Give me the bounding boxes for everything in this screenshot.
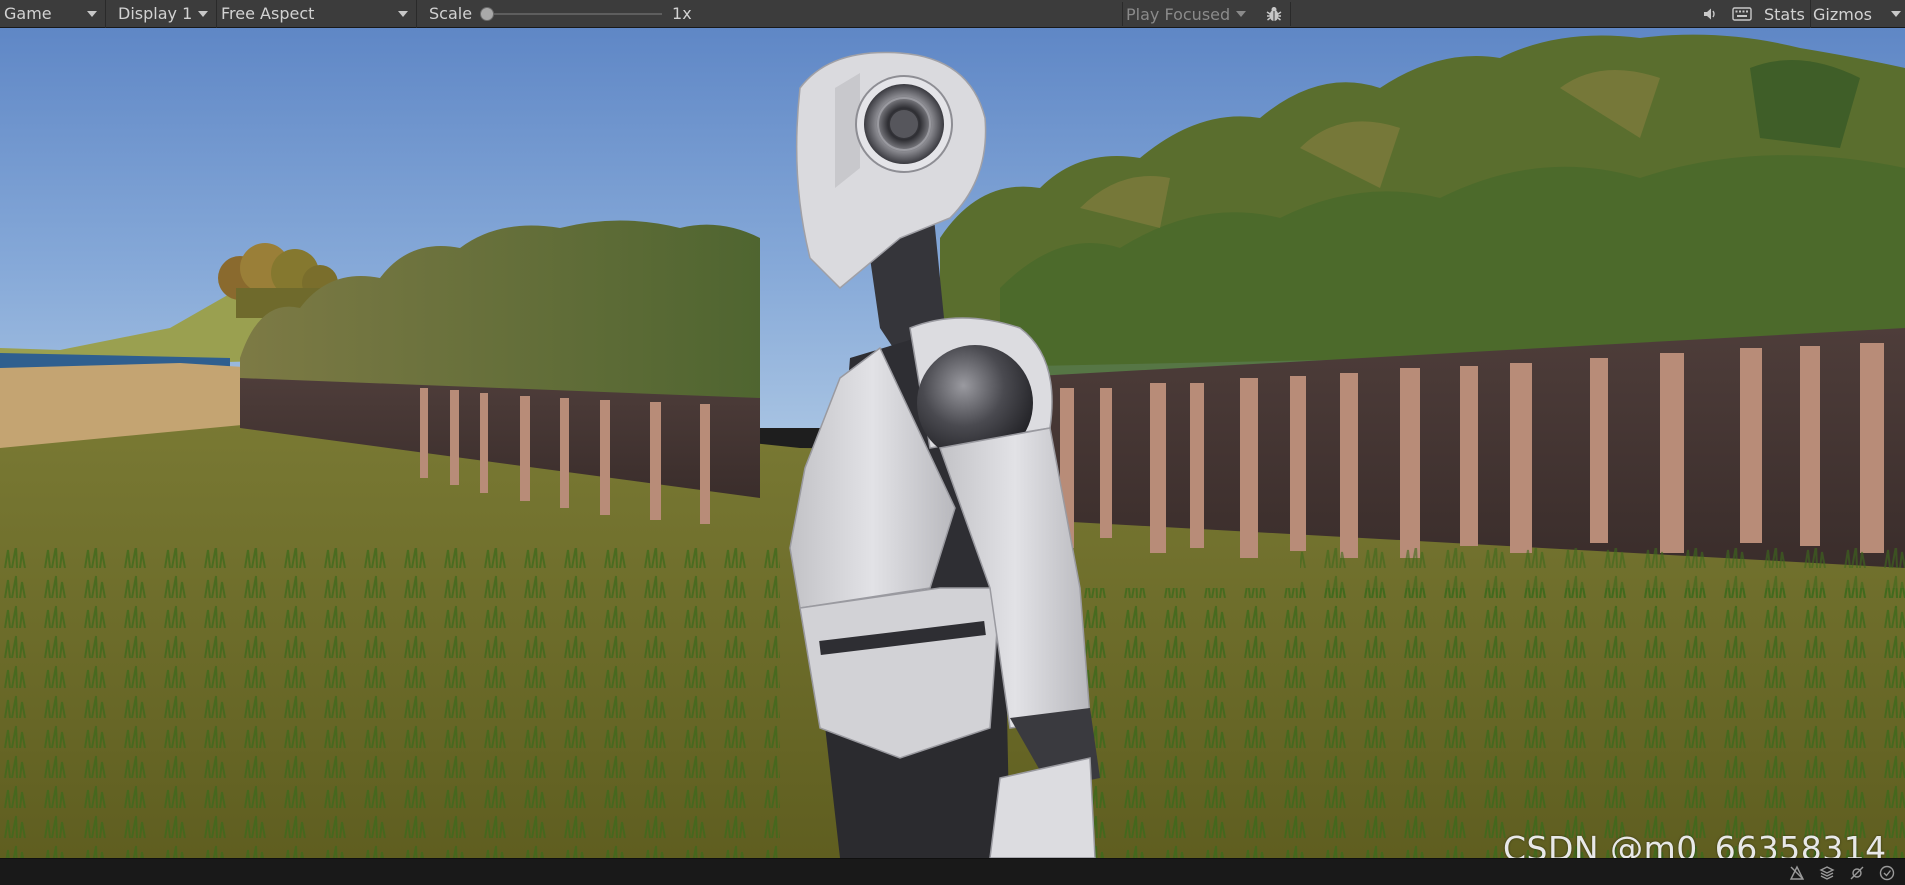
chevron-down-icon xyxy=(1236,11,1246,17)
game-viewport[interactable] xyxy=(0,28,1905,858)
shortcuts-toggle-button[interactable] xyxy=(1728,3,1756,25)
checkmark-icon[interactable] xyxy=(1877,863,1897,883)
display-label: Display 1 xyxy=(118,4,193,23)
game-view-toolbar: Game Display 1 Free Aspect Scale 1x Play… xyxy=(0,0,1905,28)
debug-toggle-button[interactable] xyxy=(1262,3,1286,25)
chevron-down-icon xyxy=(398,10,408,17)
aspect-label: Free Aspect xyxy=(221,4,315,23)
toolbar-divider xyxy=(1122,2,1123,26)
scale-label: Scale xyxy=(429,4,473,23)
aspect-dropdown[interactable]: Free Aspect xyxy=(217,0,417,28)
chevron-down-icon xyxy=(87,10,97,17)
mute-audio-button[interactable] xyxy=(1698,3,1722,25)
status-icons xyxy=(1787,863,1897,883)
speaker-icon xyxy=(1704,8,1715,20)
scale-slider-thumb[interactable] xyxy=(480,6,495,21)
play-mode-label: Play Focused xyxy=(1126,4,1231,24)
render-pipeline-icon[interactable] xyxy=(1787,863,1807,883)
keyboard-icon xyxy=(1732,7,1752,21)
chevron-down-icon xyxy=(198,10,208,17)
bug-icon xyxy=(1266,7,1282,21)
lighting-icon[interactable] xyxy=(1847,863,1867,883)
chevron-down-icon xyxy=(1891,11,1901,17)
scale-value: 1x xyxy=(672,4,692,23)
scale-slider-track[interactable] xyxy=(480,6,663,21)
gizmos-label: Gizmos xyxy=(1813,4,1872,24)
scale-control: Scale 1x xyxy=(417,0,692,28)
view-select-label: Game xyxy=(4,4,52,23)
scene-render xyxy=(0,28,1905,858)
stats-toggle-button[interactable]: Stats xyxy=(1760,0,1809,28)
display-dropdown[interactable]: Display 1 xyxy=(114,0,217,28)
view-select-dropdown[interactable]: Game xyxy=(0,0,106,28)
layers-icon[interactable] xyxy=(1817,863,1837,883)
play-mode-dropdown[interactable]: Play Focused xyxy=(1126,0,1254,28)
status-bar xyxy=(0,858,1905,885)
gizmos-dropdown[interactable]: Gizmos xyxy=(1810,0,1905,28)
toolbar-divider xyxy=(1290,2,1291,26)
